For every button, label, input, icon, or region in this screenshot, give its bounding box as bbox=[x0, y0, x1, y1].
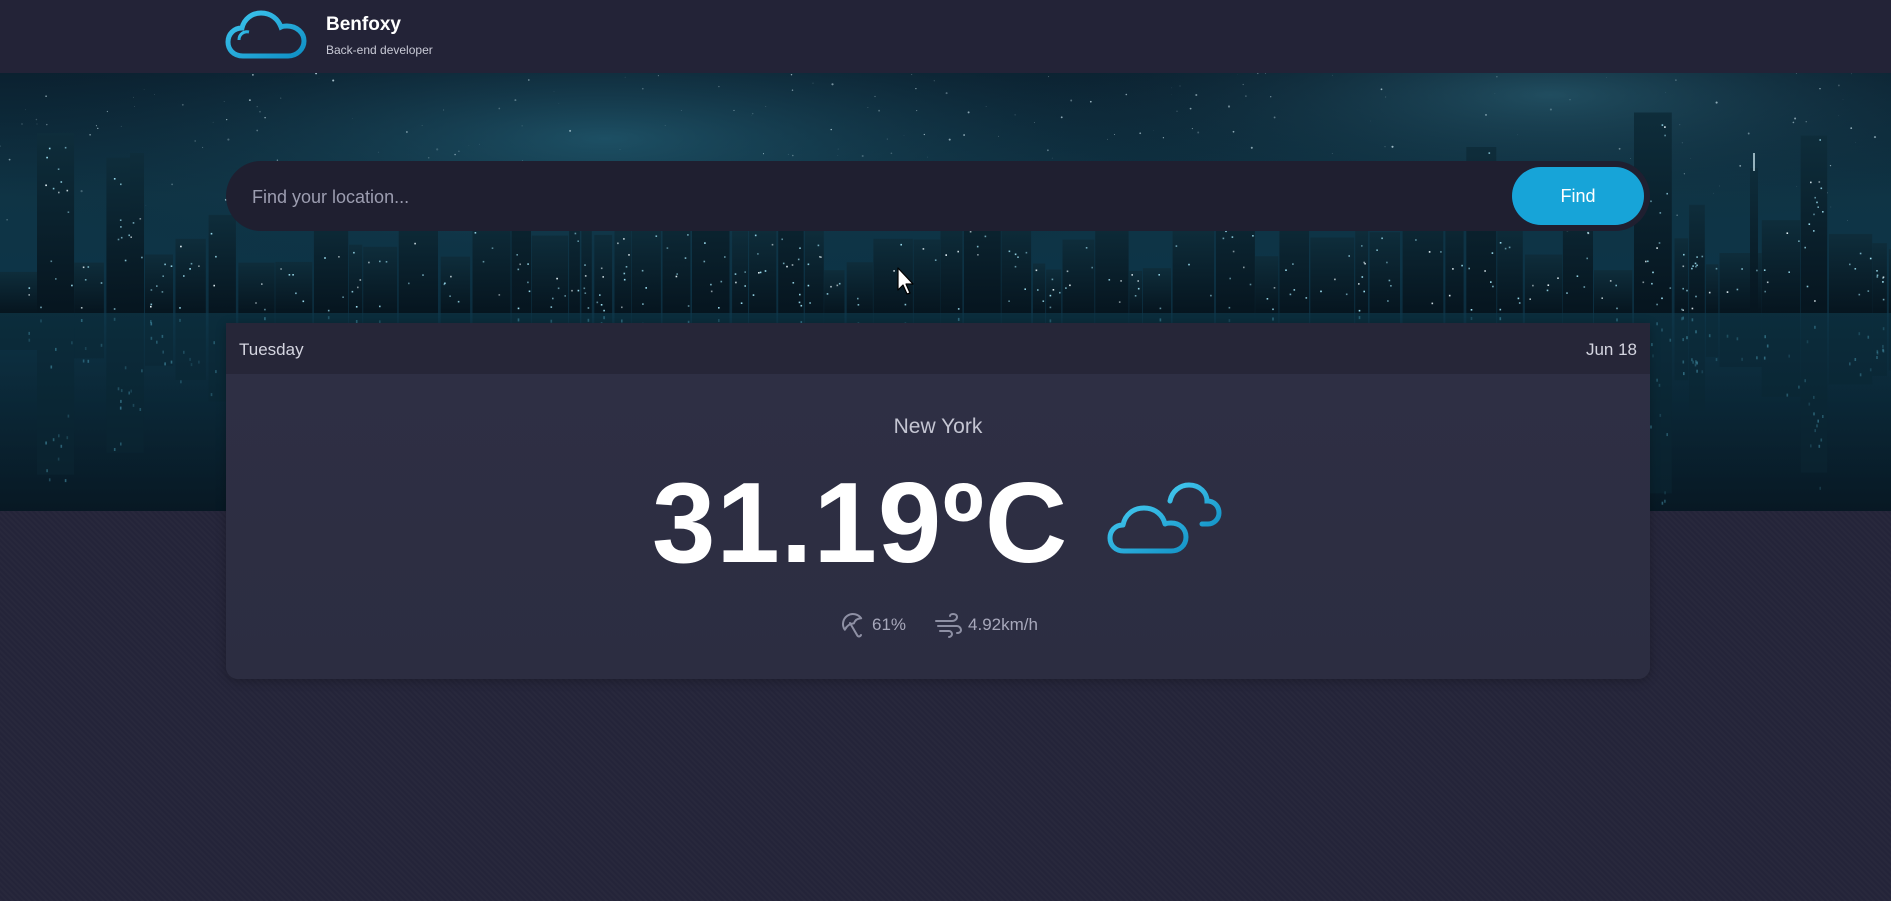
brand-subtitle: Back-end developer bbox=[326, 43, 433, 57]
weather-card: Tuesday Jun 18 New York 31.19ºC 61% 4.92… bbox=[226, 323, 1650, 679]
temperature-row: 31.19ºC bbox=[226, 460, 1650, 587]
mouse-cursor-icon bbox=[897, 267, 914, 295]
cloudy-icon bbox=[1107, 482, 1222, 554]
humidity-value: 61% bbox=[872, 615, 907, 634]
city-name: New York bbox=[893, 415, 983, 438]
brand-name: Benfoxy bbox=[326, 14, 401, 35]
humidity-stat: 61% bbox=[838, 611, 906, 639]
wind-stat: 4.92km/h bbox=[934, 611, 1038, 639]
wind-icon bbox=[935, 612, 963, 638]
temperature-value: 31.19ºC bbox=[652, 460, 1069, 587]
brand[interactable]: Benfoxy Back-end developer bbox=[225, 4, 433, 68]
weather-card-body: New York 31.19ºC 61% 4.92km/h bbox=[226, 374, 1650, 679]
weather-stats: 61% 4.92km/h bbox=[226, 610, 1650, 640]
weather-app-page: Benfoxy Back-end developer Find your loc… bbox=[0, 0, 1891, 901]
wind-value: 4.92km/h bbox=[968, 615, 1038, 634]
weather-card-header: Tuesday Jun 18 bbox=[226, 323, 1650, 374]
umbrella-icon bbox=[842, 612, 863, 638]
top-navbar: Benfoxy Back-end developer bbox=[0, 0, 1891, 73]
location-search-input[interactable] bbox=[250, 161, 1504, 233]
location-search-bar: Find bbox=[226, 161, 1650, 233]
cloud-logo-icon bbox=[225, 10, 307, 59]
weather-day: Tuesday bbox=[239, 340, 304, 359]
weather-date: Jun 18 bbox=[1585, 340, 1637, 359]
find-button[interactable]: Find bbox=[1512, 167, 1644, 225]
